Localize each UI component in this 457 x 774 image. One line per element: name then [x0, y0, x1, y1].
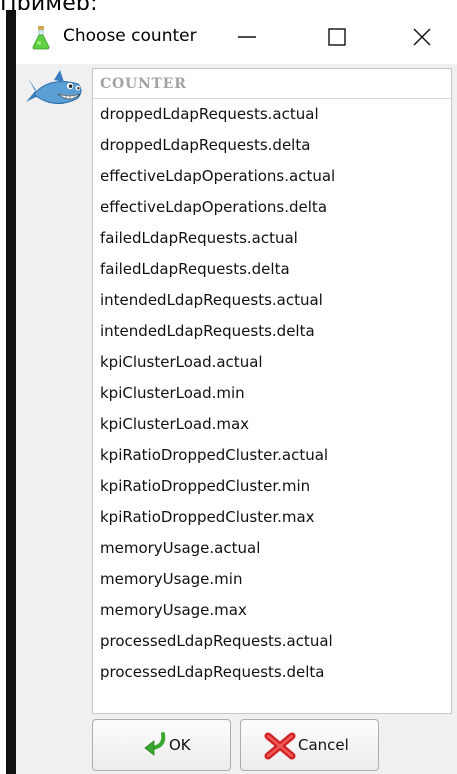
maximize-icon[interactable] [316, 20, 360, 54]
flask-icon [30, 26, 52, 50]
dialog-content: COUNTER droppedLdapRequests.actual dropp… [16, 64, 457, 774]
choose-counter-dialog: Choose counter COUNTER droppedLdapReques… [6, 10, 457, 774]
ok-button-label: OK [169, 736, 191, 754]
list-item[interactable]: kpiRatioDroppedCluster.actual [93, 440, 451, 471]
cancel-button-label: Cancel [298, 736, 349, 754]
list-item[interactable]: kpiClusterLoad.actual [93, 347, 451, 378]
close-icon[interactable] [401, 20, 445, 54]
green-check-arrow-icon [143, 732, 167, 762]
list-item[interactable]: failedLdapRequests.actual [93, 223, 451, 254]
list-item[interactable]: effectiveLdapOperations.delta [93, 192, 451, 223]
list-item[interactable]: kpiRatioDroppedCluster.max [93, 502, 451, 533]
list-item[interactable]: intendedLdapRequests.actual [93, 285, 451, 316]
list-item[interactable]: failedLdapRequests.delta [93, 254, 451, 285]
list-item[interactable]: memoryUsage.max [93, 595, 451, 626]
column-header-label: COUNTER [100, 76, 187, 92]
column-header-counter[interactable]: COUNTER [93, 69, 451, 99]
list-item[interactable]: processedLdapRequests.actual [93, 626, 451, 657]
list-item[interactable]: processedLdapRequests.delta [93, 657, 451, 688]
ok-button[interactable]: OK [92, 719, 231, 771]
window-title: Choose counter [63, 26, 197, 46]
dialog-button-row: OK Cancel [16, 719, 457, 774]
counter-list[interactable]: COUNTER droppedLdapRequests.actual dropp… [92, 68, 452, 714]
list-item[interactable]: droppedLdapRequests.delta [93, 130, 451, 161]
title-bar[interactable]: Choose counter [16, 10, 457, 64]
list-item[interactable]: droppedLdapRequests.actual [93, 99, 451, 130]
counter-list-items: droppedLdapRequests.actual droppedLdapRe… [93, 99, 451, 688]
list-item[interactable]: kpiRatioDroppedCluster.min [93, 471, 451, 502]
list-item[interactable]: intendedLdapRequests.delta [93, 316, 451, 347]
red-x-icon [264, 732, 296, 764]
cancel-button[interactable]: Cancel [240, 719, 379, 771]
list-item[interactable]: kpiClusterLoad.min [93, 378, 451, 409]
list-item[interactable]: effectiveLdapOperations.actual [93, 161, 451, 192]
list-item[interactable]: kpiClusterLoad.max [93, 409, 451, 440]
list-item[interactable]: memoryUsage.min [93, 564, 451, 595]
minimize-icon[interactable] [226, 20, 270, 54]
list-item[interactable]: memoryUsage.actual [93, 533, 451, 564]
shark-mascot-icon [20, 70, 86, 114]
